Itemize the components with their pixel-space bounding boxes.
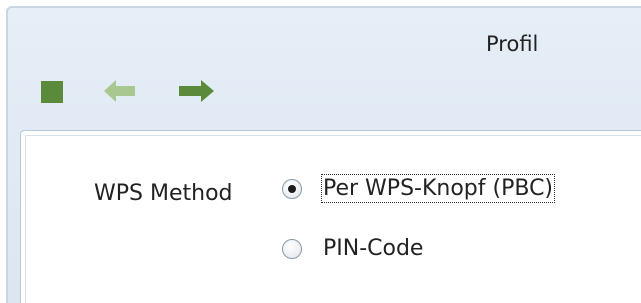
wps-method-label: WPS Method <box>94 181 233 206</box>
forward-arrow-icon[interactable] <box>176 78 216 104</box>
radio-label-pbc[interactable]: Per WPS-Knopf (PBC) <box>320 174 556 203</box>
stop-icon[interactable] <box>41 81 63 103</box>
radio-button-pin[interactable] <box>282 239 302 259</box>
window-title: Profil <box>486 32 539 56</box>
content-panel <box>20 130 641 303</box>
content-panel-inner <box>25 135 641 303</box>
radio-selected-dot <box>288 185 296 193</box>
radio-button-pbc[interactable] <box>282 179 302 199</box>
radio-label-pin[interactable]: PIN-Code <box>323 236 423 261</box>
back-arrow-icon[interactable] <box>102 78 138 104</box>
